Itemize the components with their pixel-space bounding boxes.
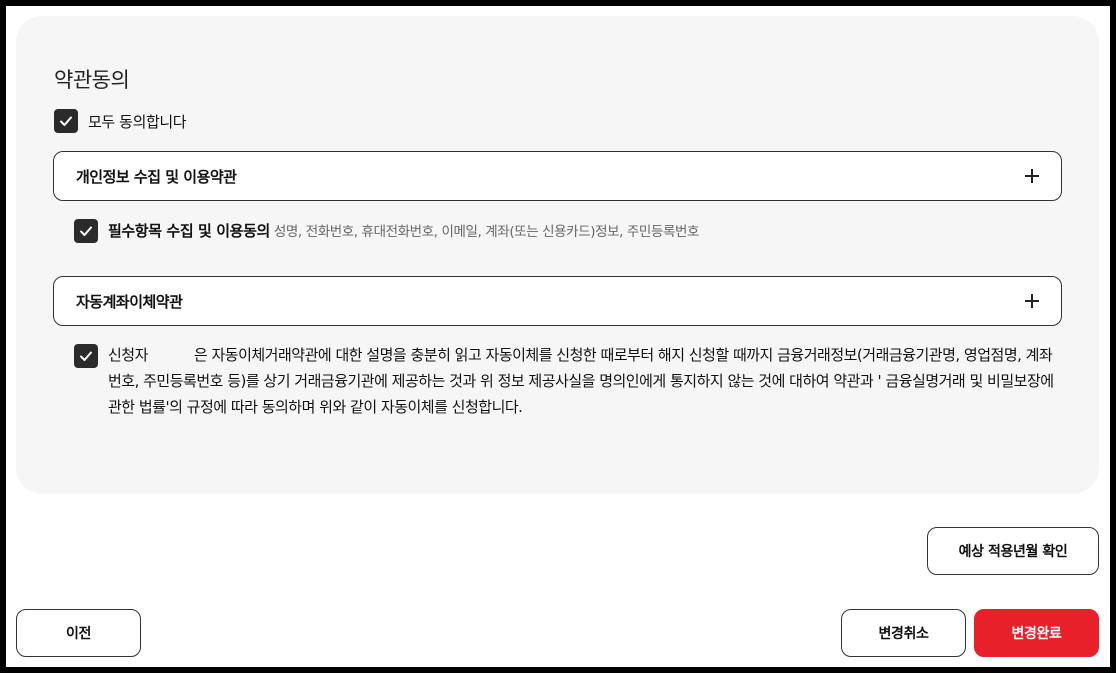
autotransfer-terms-accordion[interactable]: 자동계좌이체약관: [53, 276, 1062, 326]
accordion-title: 자동계좌이체약관: [76, 292, 183, 311]
estimate-month-button[interactable]: 예상 적용년월 확인: [927, 527, 1099, 575]
autotransfer-consent-checkbox[interactable]: [74, 344, 98, 368]
applicant-label: 신청자: [108, 346, 148, 364]
accordion-title: 개인정보 수집 및 이용약관: [76, 167, 237, 186]
check-icon: [60, 116, 72, 126]
prev-button[interactable]: 이전: [16, 609, 141, 657]
privacy-required-checkbox[interactable]: [74, 219, 98, 243]
agree-all-checkbox[interactable]: [54, 109, 78, 133]
privacy-required-label: 필수항목 수집 및 이용동의 성명, 전화번호, 휴대전화번호, 이메일, 계좌(…: [108, 220, 699, 241]
expand-plus-icon[interactable]: [1025, 294, 1039, 308]
cancel-change-button[interactable]: 변경취소: [841, 609, 966, 657]
check-icon: [80, 226, 92, 236]
required-items-desc: 성명, 전화번호, 휴대전화번호, 이메일, 계좌(또는 신용카드)정보, 주민…: [273, 224, 700, 240]
check-icon: [80, 351, 92, 361]
privacy-terms-accordion[interactable]: 개인정보 수집 및 이용약관: [53, 151, 1062, 201]
agree-all-label: 모두 동의합니다: [88, 113, 187, 131]
required-label-text: 필수항목 수집 및 이용동의: [108, 222, 270, 240]
section-title: 약관동의: [54, 68, 130, 92]
expand-plus-icon[interactable]: [1025, 169, 1039, 183]
autotransfer-consent-text: 신청자 은 자동이체거래약관에 대한 설명을 충분히 읽고 자동이체를 신청한 때…: [108, 342, 1058, 420]
consent-body: 은 자동이체거래약관에 대한 설명을 충분히 읽고 자동이체를 신청한 때로부터…: [108, 346, 1054, 416]
terms-panel: [16, 16, 1099, 494]
complete-change-button[interactable]: 변경완료: [974, 609, 1099, 657]
